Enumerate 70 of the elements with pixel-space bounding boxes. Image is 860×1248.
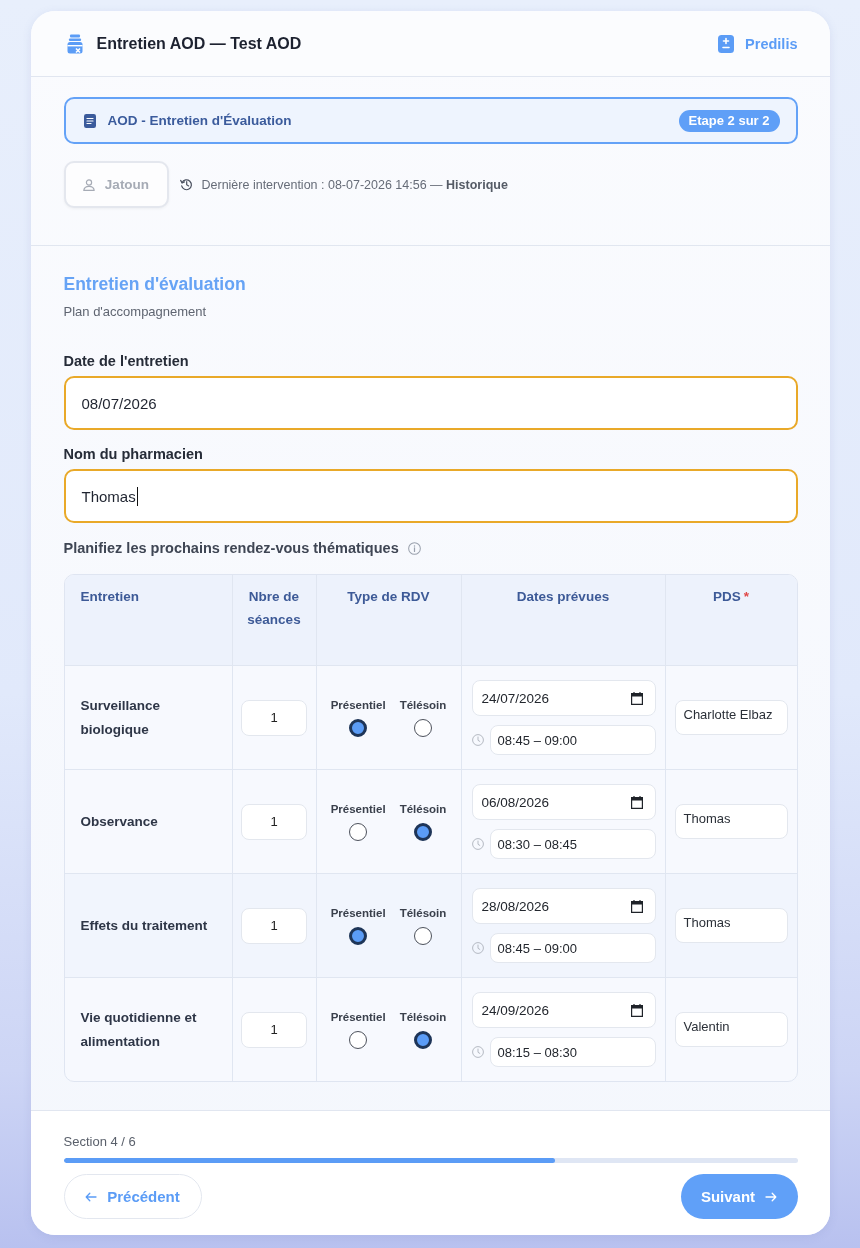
time-field[interactable]: 08:15 – 08:30 (489, 1037, 656, 1067)
text-field[interactable]: 08/07/2026 (63, 376, 798, 430)
pds-field[interactable]: Valentin (674, 1012, 788, 1047)
radio-button[interactable] (349, 719, 368, 737)
clock-icon (471, 942, 484, 954)
info-icon (407, 541, 421, 555)
date-field[interactable]: 24/09/2026 (471, 992, 656, 1028)
appointment-topic: Vie quotidienne et alimentation (80, 1008, 198, 1051)
pds-field[interactable]: Charlotte Elbaz (674, 700, 788, 735)
radio-button[interactable] (349, 927, 368, 945)
document-icon (83, 113, 96, 128)
radio-button[interactable] (414, 719, 432, 737)
option-label: Télésoin (399, 1010, 447, 1024)
option-label: Présentiel (330, 906, 386, 920)
section-subtitle: Plan d'accompagnement (63, 303, 208, 321)
time-field[interactable]: 08:45 – 09:00 (489, 933, 656, 963)
column-header: Nbre de séances (247, 589, 301, 627)
arrow-right-icon (765, 1191, 778, 1202)
appointment-topic: Observance (80, 812, 158, 831)
column-header: PDS (713, 589, 741, 604)
calendar-icon (630, 899, 643, 913)
option-label: Télésoin (399, 698, 447, 712)
option-label: Télésoin (399, 906, 447, 920)
form-title: AOD - Entretien d'Évaluation (107, 113, 292, 128)
radio-button[interactable] (414, 1031, 432, 1049)
column-header: Type de RDV (347, 589, 430, 604)
person-icon (82, 178, 95, 191)
sessions-input[interactable]: 1 (241, 803, 307, 840)
page-title: Entretien AOD — Test AOD (96, 34, 302, 53)
time-field[interactable]: 08:45 – 09:00 (489, 725, 656, 755)
required-marker: * (743, 589, 749, 604)
medicine-jar-icon (65, 33, 84, 54)
clock-icon (471, 838, 484, 850)
radio-button[interactable] (349, 823, 368, 841)
appointment-topic: Effets du traitement (80, 916, 208, 935)
column-header: Dates prévues (516, 589, 610, 604)
schedule-title: Planifiez les prochains rendez-vous thématiques (63, 539, 399, 557)
section-counter: Section 4 / 6 (63, 1133, 137, 1151)
date-field[interactable]: 24/07/2026 (471, 680, 656, 716)
date-field[interactable]: 06/08/2026 (471, 784, 656, 820)
field-label: Date de l'entretien (63, 352, 190, 370)
option-label: Présentiel (330, 1010, 386, 1024)
history-icon (179, 178, 193, 191)
calendar-icon (630, 1003, 643, 1017)
calendar-icon (630, 795, 643, 809)
time-field[interactable]: 08:30 – 08:45 (489, 829, 656, 859)
step-badge: Etape 2 sur 2 (678, 109, 780, 132)
date-field[interactable]: 28/08/2026 (471, 888, 656, 924)
section-title: Entretien d'évaluation (63, 273, 247, 295)
radio-button[interactable] (414, 823, 432, 841)
radio-button[interactable] (349, 1031, 368, 1049)
sessions-input[interactable]: 1 (241, 907, 307, 944)
arrow-left-icon (85, 1191, 98, 1202)
option-label: Présentiel (330, 802, 386, 816)
clock-icon (471, 734, 484, 746)
clock-icon (471, 1046, 484, 1058)
plus-minus-icon (718, 34, 735, 53)
option-label: Présentiel (330, 698, 386, 712)
radio-button[interactable] (414, 927, 432, 945)
calendar-icon (630, 691, 643, 705)
text-field[interactable]: Thomas (63, 469, 798, 523)
column-header: Entretien (80, 589, 139, 604)
last-intervention-text: Dernière intervention : 08-07-2026 14:56 — Historique (201, 177, 508, 192)
option-label: Télésoin (399, 802, 447, 816)
sessions-input[interactable]: 1 (241, 1011, 307, 1048)
field-label: Nom du pharmacien (63, 445, 204, 463)
pds-field[interactable]: Thomas (674, 908, 788, 943)
appointment-topic: Surveillance biologique (80, 696, 162, 739)
pds-field[interactable]: Thomas (674, 804, 788, 839)
sessions-input[interactable]: 1 (241, 699, 307, 736)
